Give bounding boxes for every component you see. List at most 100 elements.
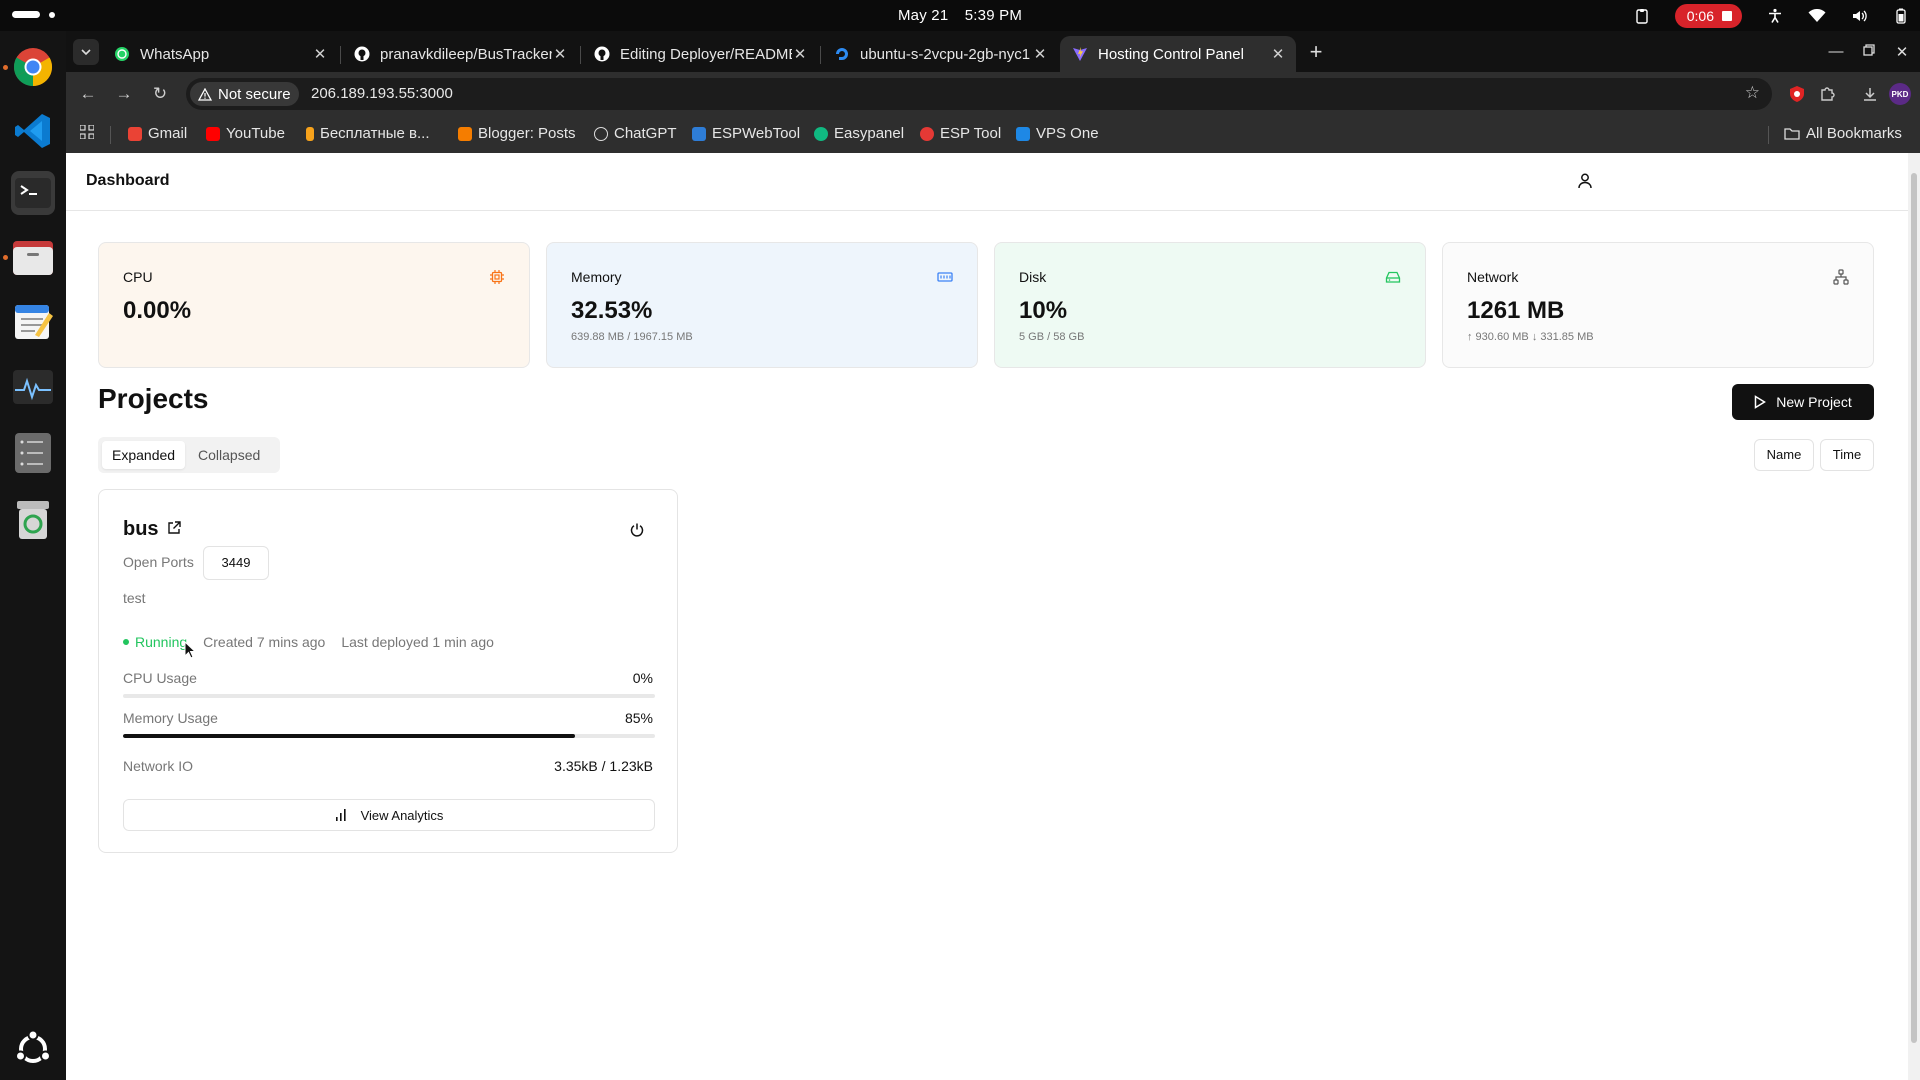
esp-tool-icon <box>920 126 934 141</box>
bookmark-label: Blogger: Posts <box>478 125 576 142</box>
bookmark-esp-tool[interactable]: ESP Tool <box>920 125 1001 142</box>
back-button[interactable]: ← <box>76 82 100 106</box>
stat-card-memory: Memory 32.53% 639.88 MB / 1967.15 MB <box>546 242 978 368</box>
open-project-link[interactable] <box>166 520 182 536</box>
port-badge[interactable]: 3449 <box>203 546 269 580</box>
power-button[interactable] <box>629 522 645 538</box>
maximize-button[interactable] <box>1859 43 1879 60</box>
bookmark-icon <box>306 126 314 141</box>
dock-system-monitor[interactable] <box>11 365 55 409</box>
view-analytics-button[interactable]: View Analytics <box>123 799 655 831</box>
espwebtool-icon <box>692 126 706 141</box>
bookmark-chatgpt[interactable]: ChatGPT <box>594 125 677 142</box>
power-icon <box>630 523 644 537</box>
dock-terminal[interactable] <box>11 171 55 215</box>
created-time: Created 7 mins ago <box>203 634 326 650</box>
address-bar[interactable]: Not secure 206.189.193.55:3000 ☆ <box>186 78 1772 110</box>
new-project-label: New Project <box>1776 394 1852 410</box>
sort-by-name-button[interactable]: Name <box>1754 439 1814 471</box>
tab-bustracker[interactable]: pranavkdileep/BusTracker ✕ <box>342 36 578 72</box>
disk-icon <box>1385 269 1401 285</box>
vite-icon <box>1072 46 1088 62</box>
dock-text-editor[interactable] <box>11 299 55 343</box>
extension-shield-icon[interactable] <box>1786 83 1808 105</box>
tab-whatsapp[interactable]: WhatsApp ✕ <box>102 36 338 72</box>
wifi-icon[interactable] <box>1808 7 1826 25</box>
tab-editing-readme[interactable]: Editing Deployer/README ✕ <box>582 36 818 72</box>
url-text[interactable]: 206.189.193.55:3000 <box>311 85 453 102</box>
bookmark-label: Gmail <box>148 125 188 142</box>
extensions-puzzle-icon[interactable] <box>1816 83 1838 105</box>
youtube-icon <box>206 126 220 141</box>
forward-button[interactable]: → <box>112 82 136 106</box>
downloads-icon[interactable] <box>1859 83 1881 105</box>
close-window-button[interactable]: ✕ <box>1892 43 1912 61</box>
stat-label: CPU <box>123 269 153 285</box>
show-apps-button[interactable] <box>11 1027 55 1071</box>
close-icon[interactable]: ✕ <box>312 45 328 63</box>
dock-disk-utility[interactable] <box>11 431 55 475</box>
digitalocean-icon <box>834 46 850 62</box>
stat-sub: 639.88 MB / 1967.15 MB <box>571 331 693 343</box>
bookmark-gmail[interactable]: Gmail <box>128 125 187 142</box>
mouse-cursor-icon <box>184 641 196 659</box>
bookmark-vps-one[interactable]: VPS One <box>1016 125 1099 142</box>
github-icon <box>594 46 610 62</box>
new-project-button[interactable]: New Project <box>1732 384 1874 420</box>
clipboard-icon[interactable] <box>1633 7 1651 25</box>
bookmark-easypanel[interactable]: Easypanel <box>814 125 904 142</box>
stat-label: Network <box>1467 269 1519 285</box>
bookmark-label: ESPWebTool <box>712 125 801 142</box>
bookmark-blogger[interactable]: Blogger: Posts <box>458 125 576 142</box>
cpu-usage-bar <box>123 694 655 698</box>
dock-files[interactable] <box>11 235 55 279</box>
bookmark-star-icon[interactable]: ☆ <box>1745 83 1760 103</box>
all-bookmarks-button[interactable]: All Bookmarks <box>1784 125 1902 142</box>
accessibility-icon[interactable] <box>1766 7 1784 25</box>
stat-value: 32.53% <box>571 297 653 324</box>
stat-value: 10% <box>1019 297 1068 324</box>
scrollbar-thumb[interactable] <box>1911 173 1917 1043</box>
dock-chrome[interactable] <box>11 45 55 89</box>
tab-hosting-control-panel[interactable]: Hosting Control Panel ✕ <box>1060 36 1296 72</box>
stat-label: Disk <box>1019 269 1047 285</box>
folder-icon <box>1784 128 1800 140</box>
close-icon[interactable]: ✕ <box>792 45 808 63</box>
user-menu-button[interactable] <box>1575 171 1595 191</box>
disk-utility-icon <box>15 433 51 473</box>
stat-card-cpu: CPU 0.00% <box>98 242 530 368</box>
page-scrollbar[interactable] <box>1908 153 1920 1080</box>
page-viewport[interactable]: Dashboard CPU 0.00% Memory 32.53% 639.88… <box>66 153 1920 1080</box>
dock-trash[interactable] <box>11 497 55 541</box>
chrome-icon <box>13 48 53 87</box>
warning-icon <box>198 87 212 101</box>
reload-button[interactable]: ↻ <box>148 82 172 106</box>
bookmark-espwebtool[interactable]: ESPWebTool <box>692 125 800 142</box>
close-icon[interactable]: ✕ <box>1032 45 1048 63</box>
view-collapsed-button[interactable]: Collapsed <box>188 441 270 469</box>
stat-sub: ↑ 930.60 MB ↓ 331.85 MB <box>1467 331 1594 343</box>
chevron-down-icon <box>81 49 91 56</box>
battery-icon[interactable] <box>1892 7 1910 25</box>
bookmark-youtube[interactable]: YouTube <box>206 125 285 142</box>
close-icon[interactable]: ✕ <box>552 45 568 63</box>
sort-by-time-button[interactable]: Time <box>1820 439 1874 471</box>
apps-grid-button[interactable] <box>80 125 94 139</box>
site-info-button[interactable]: Not secure <box>190 82 299 106</box>
minimize-button[interactable]: — <box>1826 43 1846 60</box>
bookmark-free[interactable]: Бесплатные в... <box>306 125 430 142</box>
new-tab-button[interactable]: + <box>1304 41 1328 65</box>
view-mode-toggle: Expanded Collapsed <box>98 437 280 473</box>
tab-search-button[interactable] <box>73 39 99 65</box>
network-icon <box>1833 269 1849 285</box>
dock-vscode[interactable] <box>11 109 55 153</box>
volume-icon[interactable] <box>1850 7 1868 25</box>
screen-recording-indicator[interactable]: 0:06 <box>1674 4 1742 28</box>
profile-avatar[interactable]: PKD <box>1888 83 1912 105</box>
blogger-icon <box>458 126 472 141</box>
view-expanded-button[interactable]: Expanded <box>102 441 186 469</box>
stat-card-disk: Disk 10% 5 GB / 58 GB <box>994 242 1426 368</box>
close-icon[interactable]: ✕ <box>1270 45 1286 63</box>
date-label: May 21 <box>897 7 949 24</box>
tab-ubuntu-droplet[interactable]: ubuntu-s-2vcpu-2gb-nyc1 ✕ <box>822 36 1058 72</box>
